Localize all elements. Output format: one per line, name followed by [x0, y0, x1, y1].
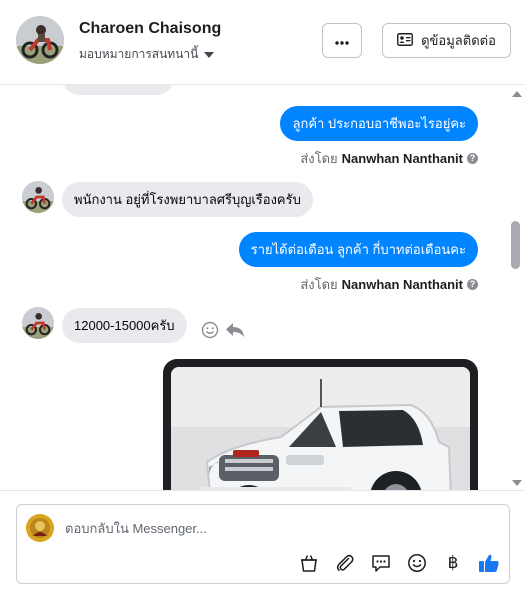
sent-by-line: ส่งโดย Nanwhan Nanthanit ?	[300, 274, 478, 295]
assign-label: มอบหมายการสนทนานี้	[79, 47, 199, 61]
thread-scrollbar[interactable]	[508, 85, 525, 490]
attachment-icon[interactable]	[333, 551, 357, 575]
contact-avatar-small[interactable]	[22, 307, 54, 339]
sent-by-prefix: ส่งโดย	[300, 151, 338, 166]
view-contact-label: ดูข้อมูลติดต่อ	[421, 33, 496, 48]
contact-card-icon	[397, 32, 414, 49]
contact-name[interactable]: Charoen Chaisong	[79, 20, 221, 38]
baht-icon[interactable]: ฿	[441, 551, 465, 575]
message-actions	[201, 321, 245, 344]
saved-reply-icon[interactable]	[369, 551, 393, 575]
page-avatar	[26, 514, 54, 542]
previous-message-bubble	[62, 85, 174, 95]
more-options-button[interactable]	[322, 23, 362, 58]
react-emoji-icon[interactable]	[201, 321, 219, 344]
help-icon[interactable]: ?	[467, 279, 478, 290]
caret-down-icon	[204, 48, 215, 62]
composer-area: ฿	[0, 490, 525, 602]
sent-by-prefix: ส่งโดย	[300, 277, 338, 292]
help-icon[interactable]: ?	[467, 153, 478, 164]
scroll-up-arrow-icon[interactable]	[512, 91, 522, 97]
message-bubble-outgoing[interactable]: ลูกค้า ประกอบอาชีพอะไรอยู่คะ	[280, 106, 478, 141]
message-bubble-incoming[interactable]: 12000-15000ครับ	[62, 308, 187, 343]
scroll-down-arrow-icon[interactable]	[512, 480, 522, 486]
pickup-truck-photo	[171, 367, 470, 490]
like-icon[interactable]	[477, 551, 501, 575]
more-dots-icon	[335, 32, 349, 50]
reply-composer: ฿	[16, 504, 510, 584]
message-bubble-incoming[interactable]: พนักงาน อยู่ที่โรงพยาบาลศรีบุญเรืองครับ	[62, 182, 313, 217]
contact-avatar-small[interactable]	[22, 181, 54, 213]
sent-by-name: Nanwhan Nanthanit	[341, 277, 463, 292]
scrollbar-thumb[interactable]	[511, 221, 520, 269]
photo-attachment[interactable]	[163, 359, 478, 490]
sent-by-line: ส่งโดย Nanwhan Nanthanit ?	[300, 148, 478, 169]
shopping-bag-icon[interactable]	[297, 551, 321, 575]
contact-avatar[interactable]	[16, 16, 64, 64]
message-thread[interactable]: ลูกค้า ประกอบอาชีพอะไรอยู่คะ ส่งโดย Nanw…	[0, 85, 508, 490]
message-bubble-outgoing[interactable]: รายได้ต่อเดือน ลูกค้า กี่บาทต่อเดือนคะ	[238, 232, 478, 267]
assign-conversation-dropdown[interactable]: มอบหมายการสนทนานี้	[79, 45, 215, 64]
reply-arrow-icon[interactable]	[225, 321, 245, 344]
conversation-header: Charoen Chaisong มอบหมายการสนทนานี้ ดูข้…	[0, 0, 525, 85]
view-contact-button[interactable]: ดูข้อมูลติดต่อ	[382, 23, 511, 58]
reply-input[interactable]	[65, 517, 485, 539]
sent-by-name: Nanwhan Nanthanit	[341, 151, 463, 166]
emoji-icon[interactable]	[405, 551, 429, 575]
